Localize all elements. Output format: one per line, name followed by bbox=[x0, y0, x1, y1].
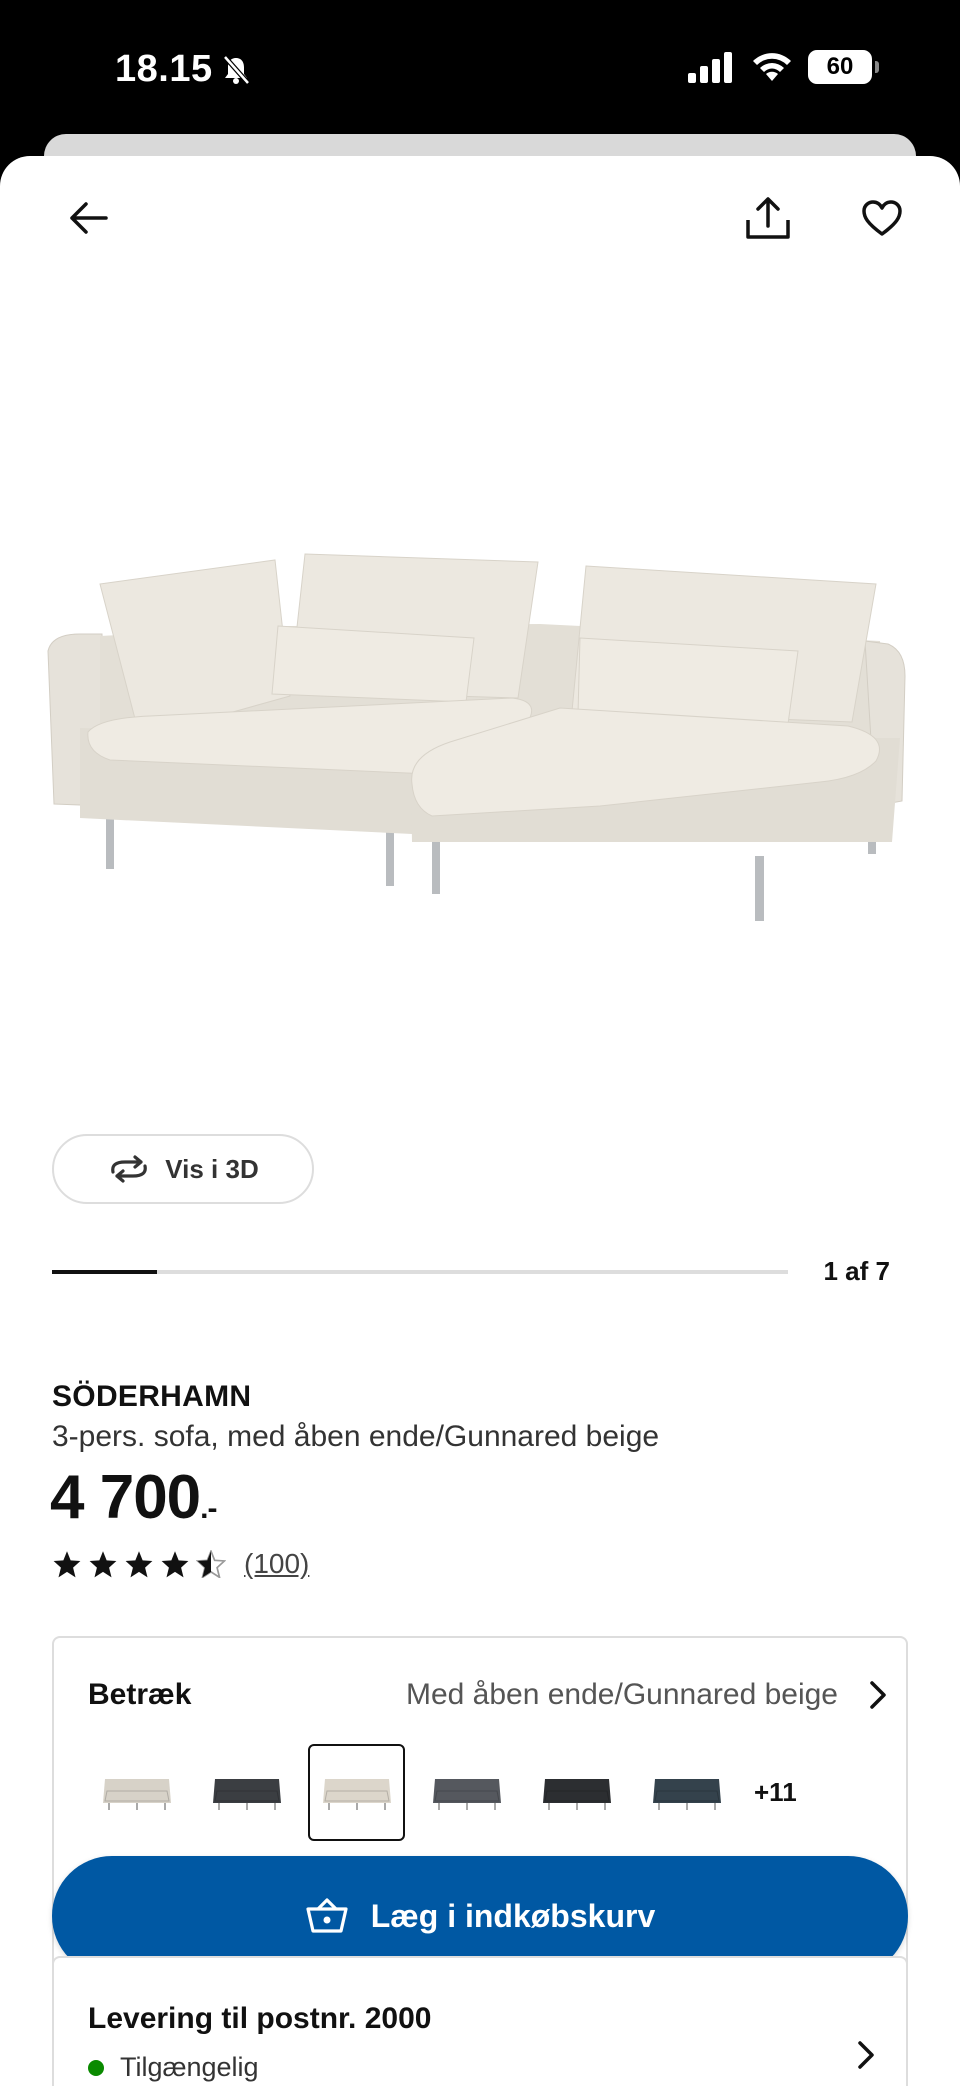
product-sheet: Vis i 3D 1 af 7 SÖDERHAMN 3-pers. sofa, … bbox=[0, 156, 960, 2086]
arrow-left-icon bbox=[70, 202, 108, 234]
product-image[interactable] bbox=[40, 516, 920, 1036]
basket-icon bbox=[306, 1898, 348, 1933]
review-count[interactable]: (100) bbox=[244, 1548, 309, 1580]
product-rating[interactable]: (100) bbox=[52, 1548, 309, 1580]
cover-swatch[interactable] bbox=[418, 1744, 515, 1841]
cover-swatch[interactable] bbox=[198, 1744, 295, 1841]
share-icon bbox=[746, 197, 790, 239]
bell-slash-icon bbox=[222, 54, 250, 85]
sofa-thumbnail-icon bbox=[432, 1778, 501, 1810]
delivery-card[interactable]: Levering til postnr. 2000 Tilgængelig bbox=[52, 1956, 908, 2086]
product-description: 3-pers. sofa, med åben ende/Gunnared bei… bbox=[52, 1420, 660, 1453]
sofa-thumbnail-icon bbox=[322, 1778, 391, 1810]
cover-swatches: +11 bbox=[88, 1744, 797, 1841]
back-button[interactable] bbox=[56, 186, 120, 250]
gallery-counter: 1 af 7 bbox=[823, 1256, 891, 1286]
cover-swatch[interactable] bbox=[638, 1744, 735, 1841]
delivery-status-label: Tilgængelig bbox=[120, 2052, 259, 2082]
view-3d-label: Vis i 3D bbox=[165, 1153, 259, 1184]
star-half-icon bbox=[196, 1550, 226, 1578]
status-icons: 60 bbox=[686, 50, 879, 84]
battery-indicator: 60 bbox=[808, 50, 879, 84]
cover-label: Betræk bbox=[88, 1678, 192, 1711]
cover-swatch[interactable] bbox=[88, 1744, 185, 1841]
sofa-thumbnail-icon bbox=[212, 1778, 281, 1810]
battery-level: 60 bbox=[826, 53, 854, 80]
product-brand: SÖDERHAMN bbox=[52, 1380, 252, 1413]
price-suffix: .- bbox=[200, 1492, 217, 1525]
star-icon bbox=[125, 1551, 153, 1578]
rotate-3d-icon bbox=[111, 1155, 148, 1183]
status-time: 18.15 bbox=[115, 48, 251, 91]
share-button[interactable] bbox=[736, 186, 800, 250]
star-icon bbox=[161, 1551, 189, 1578]
sofa-thumbnail-icon bbox=[652, 1778, 721, 1810]
chevron-right-icon bbox=[858, 2041, 874, 2069]
more-variants-label[interactable]: +11 bbox=[754, 1777, 797, 1808]
view-3d-button[interactable]: Vis i 3D bbox=[52, 1134, 314, 1204]
delivery-status: Tilgængelig bbox=[88, 2052, 259, 2083]
price-value: 4 700 bbox=[50, 1463, 201, 1532]
status-bar: 18.15 60 bbox=[0, 0, 960, 135]
star-icon bbox=[53, 1551, 81, 1578]
star-icon bbox=[89, 1551, 117, 1578]
gallery-progress-fill bbox=[52, 1270, 158, 1274]
product-price: 4 700.- bbox=[50, 1462, 218, 1533]
chevron-right-icon bbox=[870, 1681, 886, 1709]
heart-icon bbox=[862, 200, 902, 236]
cover-swatch[interactable] bbox=[308, 1744, 405, 1841]
favorite-button[interactable] bbox=[850, 186, 914, 250]
sofa-thumbnail-icon bbox=[102, 1778, 171, 1810]
availability-dot-icon bbox=[88, 2059, 104, 2076]
sofa-thumbnail-icon bbox=[542, 1778, 611, 1810]
time-label: 18.15 bbox=[115, 48, 213, 90]
cover-value: Med åben ende/Gunnared beige bbox=[405, 1678, 838, 1711]
add-to-cart-label: Læg i indkøbskurv bbox=[370, 1897, 656, 1934]
wifi-icon bbox=[753, 53, 791, 81]
cover-selector-header[interactable]: Betræk Med åben ende/Gunnared beige bbox=[88, 1678, 888, 1712]
delivery-title: Levering til postnr. 2000 bbox=[88, 2002, 432, 2035]
cover-swatch[interactable] bbox=[528, 1744, 625, 1841]
signal-icon bbox=[688, 52, 732, 83]
gallery-progress bbox=[52, 1270, 788, 1274]
